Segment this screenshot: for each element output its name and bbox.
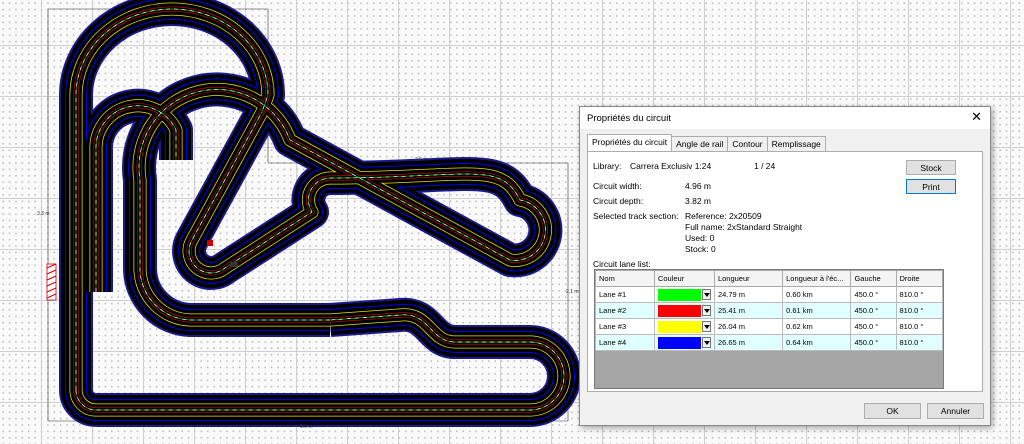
width-label: Circuit width: (593, 181, 642, 191)
tab-panel: Library: Carrera Exclusiv 1:24 1 / 24 St… (587, 151, 983, 392)
lane-name: Lane #1 (595, 286, 655, 303)
depth-label: Circuit depth: (593, 196, 644, 206)
lane-right-angle: 810.0 ° (895, 302, 943, 319)
dim-side-right: 2.1 m (566, 289, 579, 295)
section-full-name: Full name: 2xStandard Straight (685, 222, 803, 232)
lane-length: 25.41 m (713, 302, 784, 319)
lane-scale-length: 0.62 km (782, 318, 852, 335)
lane-right-angle: 810.0 ° (895, 334, 943, 351)
lane-row[interactable]: Lane #3 26.04 m 0.62 km 450.0 ° 810.0 ° (595, 318, 943, 335)
lane-row[interactable]: Lane #4 26.65 m 0.64 km 450.0 ° 810.0 ° (595, 334, 943, 351)
chevron-down-icon[interactable] (701, 289, 711, 300)
lane-color-cell[interactable] (653, 334, 715, 351)
dim-width: 2.1 m (148, 4, 161, 10)
lane-name: Lane #3 (595, 318, 655, 335)
lane-length: 26.65 m (713, 334, 784, 351)
library-value: Carrera Exclusiv 1:24 (630, 161, 712, 171)
lane-row[interactable]: Lane #1 24.79 m 0.60 km 450.0 ° 810.0 ° (595, 286, 943, 303)
lane-left-angle: 450.0 ° (850, 318, 897, 335)
lane-name: Lane #4 (595, 334, 655, 351)
section-stock: Stock: 0 (685, 244, 716, 254)
lane-length: 24.79 m (713, 286, 784, 303)
col-length[interactable]: Longueur (713, 270, 784, 287)
dim-bottom: 5.0 m (300, 424, 313, 430)
section-reference: Reference: 2x20509 (685, 211, 762, 221)
tab-circuit-properties[interactable]: Propriétés du circuit (587, 134, 673, 151)
cancel-button[interactable]: Annuler (927, 403, 984, 419)
stock-button[interactable]: Stock (906, 160, 956, 175)
lane-color-cell[interactable] (653, 286, 715, 303)
lane-length: 26.04 m (713, 318, 784, 335)
lane-left-angle: 450.0 ° (850, 334, 897, 351)
width-value: 4.96 m (685, 181, 711, 191)
lane-name: Lane #2 (595, 302, 655, 319)
tab-fill[interactable]: Remplissage (766, 136, 826, 151)
lane-color-cell[interactable] (653, 318, 715, 335)
lane-color-swatch (657, 336, 701, 349)
tab-bar: Propriétés du circuit Angle de rail Cont… (587, 134, 826, 151)
tab-rail-angle[interactable]: Angle de rail (671, 136, 729, 151)
circuit-properties-dialog: Propriétés du circuit ✕ Propriétés du ci… (579, 106, 991, 426)
close-icon[interactable]: ✕ (971, 109, 982, 125)
lane-row[interactable]: Lane #2 25.41 m 0.61 km 450.0 ° 810.0 ° (595, 302, 943, 319)
lane-color-swatch (657, 288, 701, 301)
start-finish-marker (46, 263, 57, 301)
lane-color-swatch (657, 304, 701, 317)
lane-scale-length: 0.64 km (782, 334, 852, 351)
lane-right-angle: 810.0 ° (895, 318, 943, 335)
tab-outline[interactable]: Contour (727, 136, 768, 151)
lane-color-swatch (657, 320, 701, 333)
col-right[interactable]: Droite (895, 270, 943, 287)
section-used: Used: 0 (685, 233, 715, 243)
chevron-down-icon[interactable] (701, 305, 711, 316)
dim-top-right: 1.8 m (262, 84, 275, 90)
col-color[interactable]: Couleur (653, 270, 715, 287)
lane-left-angle: 450.0 ° (850, 286, 897, 303)
lane-left-angle: 450.0 ° (850, 302, 897, 319)
depth-value: 3.82 m (685, 196, 711, 206)
col-name[interactable]: Nom (595, 270, 655, 287)
section-label: Selected track section: (593, 211, 679, 221)
lane-list-label: Circuit lane list: (593, 259, 651, 269)
chevron-down-icon[interactable] (701, 337, 711, 348)
print-button[interactable]: Print (906, 179, 956, 194)
dim-inner-top: 3.5 m (415, 157, 428, 163)
chevron-down-icon[interactable] (701, 321, 711, 332)
col-scale-length[interactable]: Longueur à l'éc... (782, 270, 852, 287)
dialog-titlebar[interactable]: Propriétés du circuit ✕ (580, 107, 990, 129)
dialog-title: Propriétés du circuit (587, 113, 671, 124)
library-label: Library: (593, 161, 622, 171)
ok-button[interactable]: OK (864, 403, 921, 419)
scale-value: 1 / 24 (754, 161, 776, 171)
slot-car-track[interactable] (59, 0, 581, 427)
lane-scale-length: 0.61 km (782, 302, 852, 319)
col-left[interactable]: Gauche (850, 270, 897, 287)
dim-side-left: 3.3 m (37, 211, 50, 217)
lane-scale-length: 0.60 km (782, 286, 852, 303)
lane-color-cell[interactable] (653, 302, 715, 319)
lane-list-grid[interactable]: Nom Couleur Longueur Longueur à l'éc... … (594, 269, 944, 389)
lane-right-angle: 810.0 ° (895, 286, 943, 303)
